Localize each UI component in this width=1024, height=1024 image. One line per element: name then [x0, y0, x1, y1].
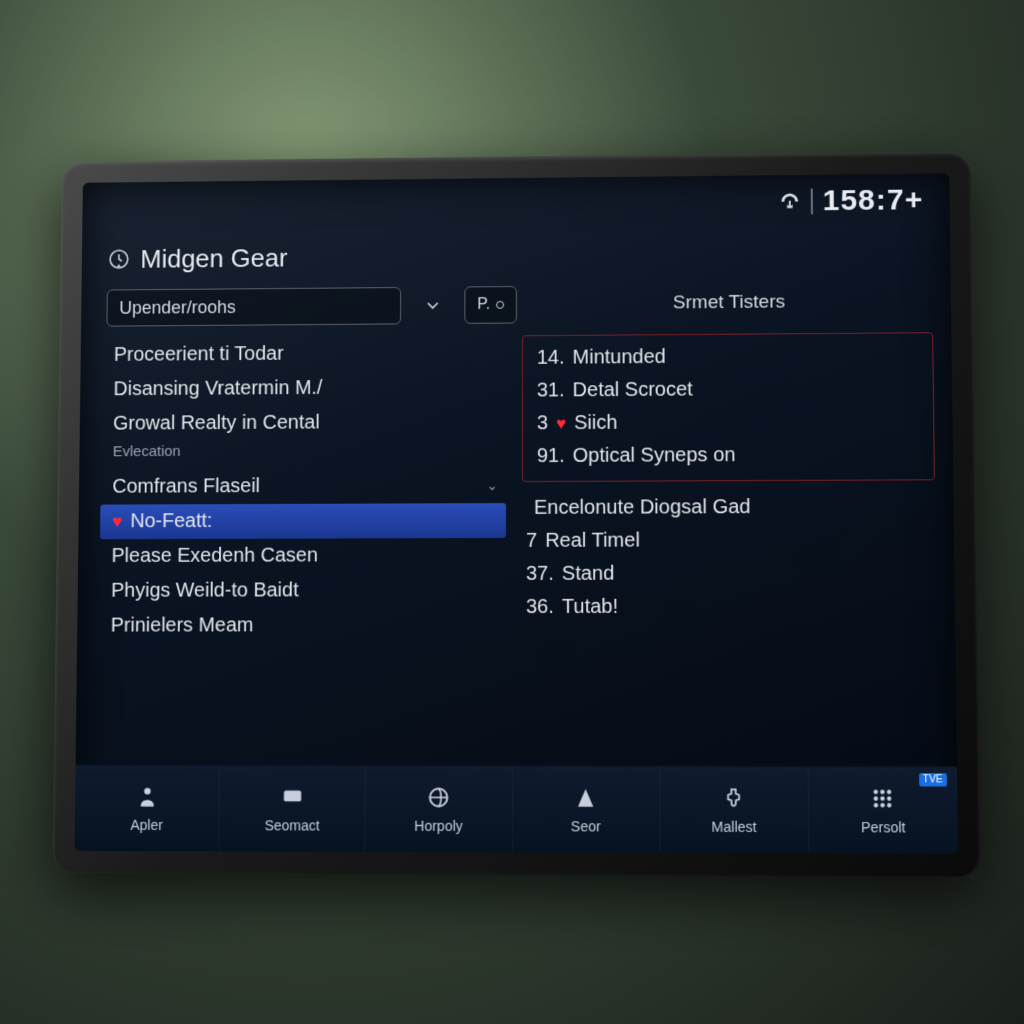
list-item-label: Mintunded: [573, 346, 666, 369]
heart-icon: ♥: [556, 414, 566, 434]
list-item[interactable]: Disansing Vratermin M./: [102, 370, 506, 407]
list-item-label: Prinielers Meam: [111, 614, 254, 637]
list-item[interactable]: 3 ♥ Siich: [533, 405, 923, 440]
right-tab-label: Srmet Tisters: [673, 292, 785, 315]
left-pane: Proceerient ti Todar Disansing Vratermin …: [97, 335, 514, 759]
nav-icon: [425, 784, 451, 813]
item-number: 91.: [537, 445, 565, 468]
nav-label: Apler: [130, 817, 163, 833]
nav-seor[interactable]: Seor: [513, 766, 661, 853]
list-item[interactable]: 91. Optical Syneps on: [533, 438, 924, 473]
list-item-label: Encelonute Diogsal Gad: [534, 496, 751, 520]
status-divider: [810, 189, 812, 215]
list-item[interactable]: Comfrans Flaseil ⌄: [100, 468, 506, 504]
nav-label: Horpoly: [414, 818, 463, 834]
nav-icon: [279, 784, 305, 813]
list-item[interactable]: 31. Detal Scrocet: [533, 372, 923, 407]
list-item[interactable]: 14. Mintunded: [533, 339, 923, 375]
list-item-label: Growal Realty in Cental: [113, 412, 320, 436]
item-number: 3: [537, 412, 548, 435]
nav-icon: [870, 785, 897, 815]
list-item-label: Evlecation: [113, 443, 181, 460]
list-item[interactable]: 7 Real Timel: [522, 524, 936, 558]
list-item-label: Tutab!: [562, 596, 618, 619]
right-pane: 14. Mintunded 31. Detal Scrocet 3 ♥ Siich 91. Op…: [514, 332, 938, 760]
list-item-label: Disansing Vratermin M./: [113, 377, 322, 401]
right-tab[interactable]: Srmet Tisters: [529, 290, 931, 315]
heart-icon: ♥: [112, 511, 123, 532]
signal-icon: [778, 191, 800, 213]
list-item[interactable]: ♥ No-Featt:: [100, 503, 506, 539]
bottom-nav: Apler Seomact Horpoly Seor Mallest Persolt TVE: [74, 764, 958, 854]
list-item[interactable]: Evlecation: [101, 439, 506, 470]
right-group-top: 14. Mintunded 31. Detal Scrocet 3 ♥ Siich 91. Op…: [522, 332, 935, 482]
item-number: 31.: [537, 379, 565, 402]
list-item-label: Comfrans Flaseil: [112, 475, 260, 498]
list-item-label: Proceerient ti Todar: [114, 343, 284, 367]
list-item[interactable]: 37. Stand: [522, 557, 936, 591]
page-title: Midgen Gear: [140, 242, 287, 274]
nav-label: Persolt: [861, 819, 906, 836]
list-item[interactable]: Prinielers Meam: [99, 608, 506, 643]
list-item-label: Siich: [574, 412, 617, 435]
item-number: 7: [526, 530, 537, 553]
nav-badge: TVE: [919, 773, 947, 786]
right-group-bottom: Encelonute Diogsal Gad 7 Real Timel 37. Stan…: [522, 490, 937, 624]
list-item-label: No-Featt:: [130, 510, 212, 533]
device-frame: 158:7+ Midgen Gear Upender/roohs P.: [52, 151, 981, 877]
nav-icon: [721, 785, 748, 815]
dropdown-chevron[interactable]: [413, 287, 453, 325]
pill-dot-icon: [496, 301, 504, 309]
list-item[interactable]: Please Exedenh Casen: [100, 538, 506, 574]
controls-row: Upender/roohs P. Srmet Tisters: [81, 276, 951, 332]
list-item-label: Optical Syneps on: [573, 444, 736, 468]
nav-mallest[interactable]: Mallest: [660, 767, 809, 854]
screen: 158:7+ Midgen Gear Upender/roohs P.: [74, 173, 958, 854]
nav-persolt[interactable]: Persolt TVE: [809, 767, 959, 854]
list-item-label: Detal Scrocet: [573, 379, 693, 403]
list-item[interactable]: Phyigs Weild-to Baidt: [99, 573, 506, 609]
nav-icon: [573, 785, 599, 815]
nav-seomact[interactable]: Seomact: [220, 766, 366, 852]
item-number: 36.: [526, 596, 554, 619]
list-item-label: Phyigs Weild-to Baidt: [111, 579, 299, 602]
nav-apler[interactable]: Apler: [74, 765, 220, 851]
mode-pill[interactable]: P.: [464, 286, 517, 324]
list-item[interactable]: 36. Tutab!: [522, 590, 937, 624]
item-number: 37.: [526, 563, 554, 586]
item-number: 14.: [537, 347, 565, 370]
pill-label: P.: [477, 296, 490, 314]
list-item-label: Please Exedenh Casen: [111, 545, 318, 568]
nav-label: Mallest: [711, 819, 756, 835]
list-item[interactable]: Growal Realty in Cental: [101, 405, 506, 442]
list-item-label: Real Timel: [545, 530, 640, 553]
chevron-down-icon: [423, 295, 443, 315]
list-item-label: Stand: [562, 563, 615, 586]
clock: 158:7+: [822, 183, 923, 218]
list-item[interactable]: Proceerient ti Todar: [102, 335, 506, 372]
chevron-down-icon: ⌄: [486, 477, 498, 494]
category-dropdown[interactable]: Upender/roohs: [106, 287, 401, 327]
dropdown-label: Upender/roohs: [119, 297, 236, 318]
nav-icon: [134, 784, 160, 813]
status-bar: 158:7+: [82, 173, 950, 235]
nav-horpoly[interactable]: Horpoly: [366, 766, 513, 853]
header-row: Midgen Gear: [82, 227, 951, 284]
list-item[interactable]: Encelonute Diogsal Gad: [522, 490, 935, 525]
nav-label: Seor: [571, 818, 601, 834]
app-icon: [107, 247, 131, 271]
main-content: Proceerient ti Todar Disansing Vratermin …: [76, 326, 957, 766]
nav-label: Seomact: [264, 817, 319, 833]
